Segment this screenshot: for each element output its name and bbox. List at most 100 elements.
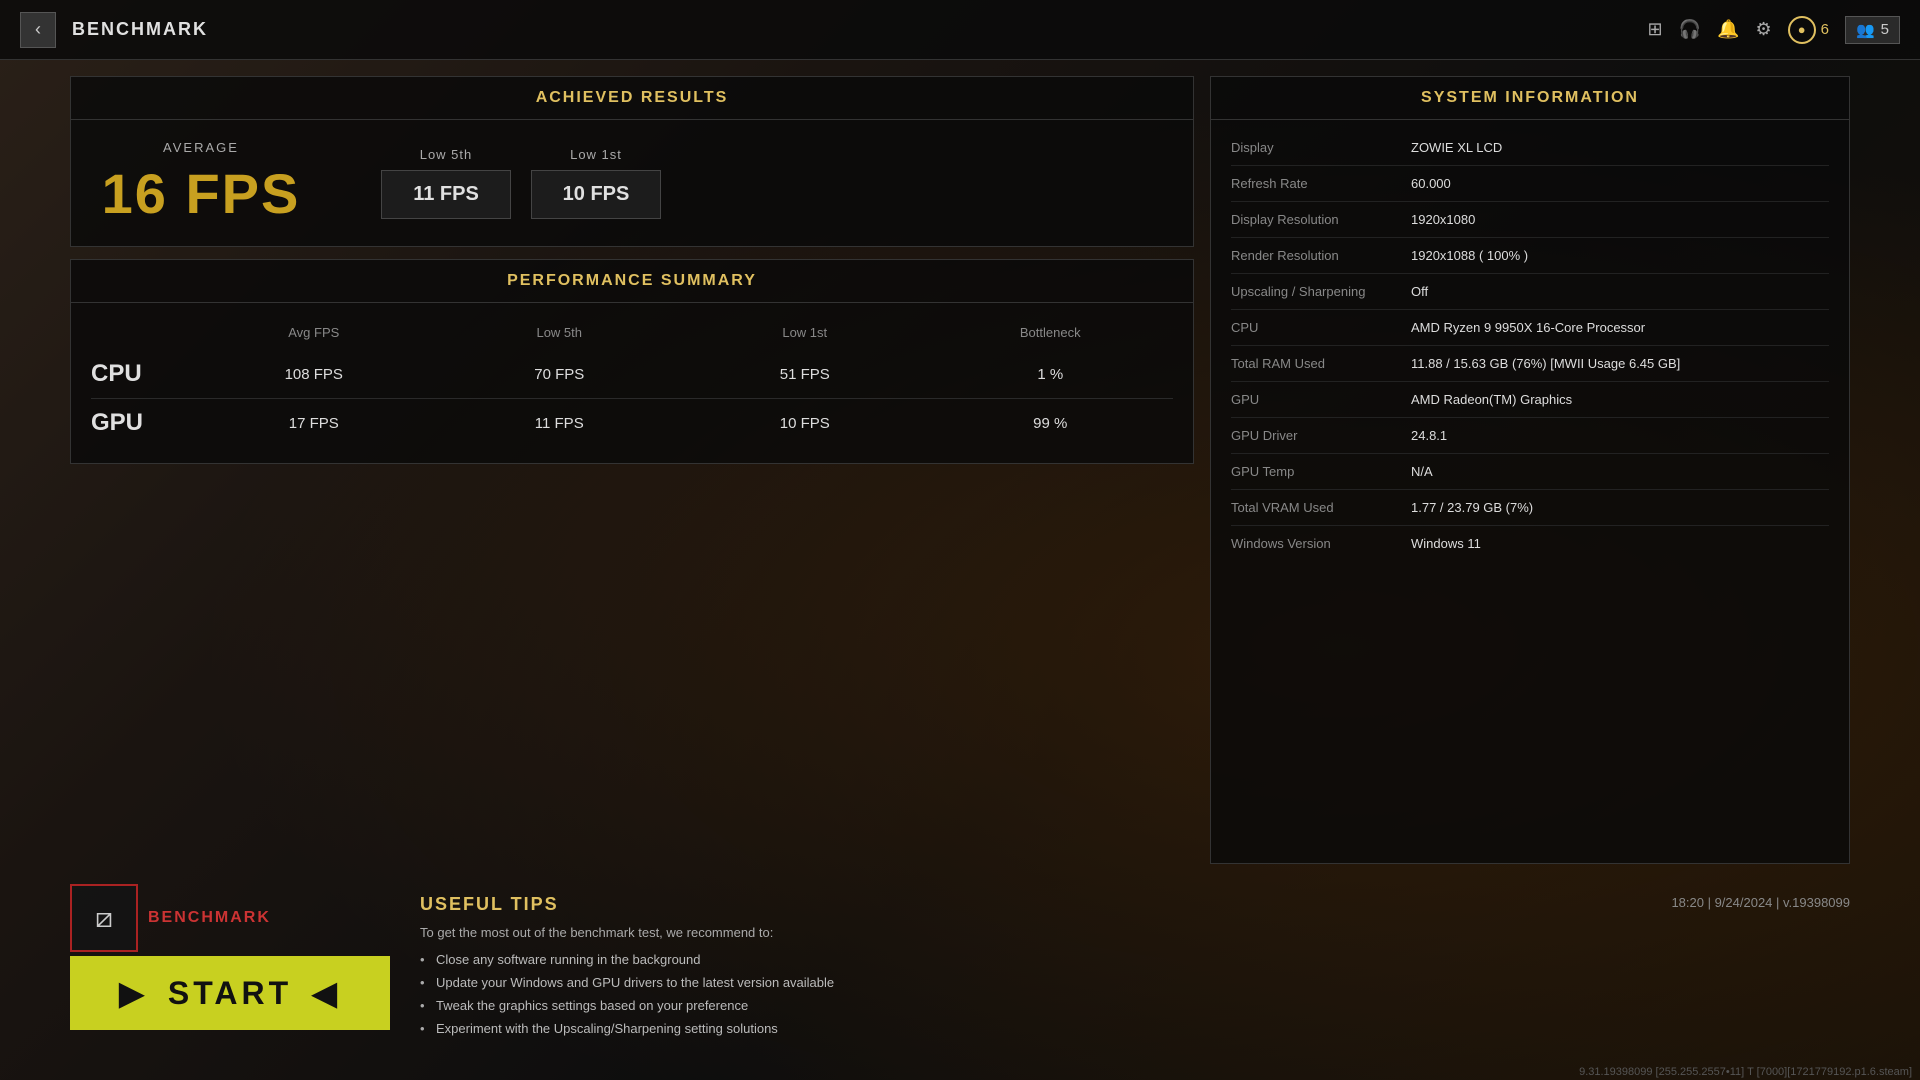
system-info-title: SYSTEM INFORMATION [1211, 77, 1849, 120]
perf-header-row: Avg FPS Low 5th Low 1st Bottleneck [91, 319, 1173, 350]
sysinfo-cpu: CPU AMD Ryzen 9 9950X 16-Core Processor [1231, 310, 1829, 346]
low5-box: Low 5th 11 FPS [381, 147, 511, 219]
sysinfo-cpu-key: CPU [1231, 320, 1411, 335]
sysinfo-ram-key: Total RAM Used [1231, 356, 1411, 371]
cpu-bottleneck: 1 % [928, 366, 1174, 383]
start-button[interactable]: ▶ START ◀ [70, 956, 390, 1030]
players-icon: 👥 [1856, 21, 1875, 39]
gear-icon[interactable]: ⚙ [1755, 19, 1771, 40]
sysinfo-upscaling: Upscaling / Sharpening Off [1231, 274, 1829, 310]
sysinfo-display-res: Display Resolution 1920x1080 [1231, 202, 1829, 238]
sysinfo-display-key: Display [1231, 140, 1411, 155]
debug-info: 9.31.19398099 [255.255.2557•11] T [7000]… [1571, 1064, 1920, 1080]
sysinfo-refresh: Refresh Rate 60.000 [1231, 166, 1829, 202]
benchmark-icon: ⧄ [70, 884, 138, 952]
sysinfo-vram: Total VRAM Used 1.77 / 23.79 GB (7%) [1231, 490, 1829, 526]
sysinfo-table: Display ZOWIE XL LCD Refresh Rate 60.000… [1211, 120, 1849, 571]
coin-icon: ● [1788, 16, 1816, 44]
timestamp-text: 18:20 | 9/24/2024 | v.19398099 [1671, 895, 1850, 910]
start-arrow-right: ◀ [312, 974, 341, 1012]
performance-summary-title: PERFORMANCE SUMMARY [71, 260, 1193, 303]
performance-summary-panel: PERFORMANCE SUMMARY Avg FPS Low 5th Low … [70, 259, 1194, 464]
sysinfo-vram-val: 1.77 / 23.79 GB (7%) [1411, 500, 1829, 515]
sysinfo-vram-key: Total VRAM Used [1231, 500, 1411, 515]
coins-badge[interactable]: ● 6 [1788, 16, 1829, 44]
sysinfo-gpu-temp-val: N/A [1411, 464, 1829, 479]
low5-label: Low 5th [381, 147, 511, 162]
low1-label: Low 1st [531, 147, 661, 162]
cpu-low5: 70 FPS [437, 366, 683, 383]
sysinfo-upscaling-val: Off [1411, 284, 1829, 299]
sysinfo-cpu-val: AMD Ryzen 9 9950X 16-Core Processor [1411, 320, 1829, 335]
average-label: AVERAGE [101, 140, 301, 155]
average-fps: 16 FPS [101, 161, 301, 226]
sysinfo-gpu-driver-val: 24.8.1 [1411, 428, 1829, 443]
achieved-results-title: ACHIEVED RESULTS [71, 77, 1193, 120]
col-header-avg: Avg FPS [191, 325, 437, 340]
gpu-label: GPU [91, 409, 191, 437]
topbar-right: ⊞ 🎧 🔔 ⚙ ● 6 👥 5 [1648, 16, 1900, 44]
start-label: START [168, 975, 292, 1012]
perf-table: Avg FPS Low 5th Low 1st Bottleneck CPU 1… [71, 303, 1193, 463]
bench-icon-row: ⧄ BENCHMARK [70, 884, 390, 952]
headphones-icon[interactable]: 🎧 [1679, 19, 1701, 40]
back-button[interactable]: ‹ [20, 12, 56, 48]
tip-2: Update your Windows and GPU drivers to t… [420, 971, 1850, 994]
sysinfo-gpu-temp: GPU Temp N/A [1231, 454, 1829, 490]
tips-list: Close any software running in the backgr… [420, 948, 1850, 1040]
players-count: 5 [1881, 21, 1889, 38]
gpu-low5: 11 FPS [437, 415, 683, 432]
left-panel: ACHIEVED RESULTS AVERAGE 16 FPS Low 5th … [70, 76, 1194, 864]
players-button[interactable]: 👥 5 [1845, 16, 1900, 44]
bell-icon[interactable]: 🔔 [1717, 19, 1739, 40]
sysinfo-gpu-driver: GPU Driver 24.8.1 [1231, 418, 1829, 454]
page-title: BENCHMARK [72, 19, 1648, 40]
sysinfo-gpu-driver-key: GPU Driver [1231, 428, 1411, 443]
sysinfo-gpu: GPU AMD Radeon(TM) Graphics [1231, 382, 1829, 418]
sysinfo-windows-val: Windows 11 [1411, 536, 1829, 551]
tips-intro: To get the most out of the benchmark tes… [420, 925, 1850, 940]
cpu-label: CPU [91, 360, 191, 388]
sysinfo-windows-key: Windows Version [1231, 536, 1411, 551]
tip-3: Tweak the graphics settings based on you… [420, 994, 1850, 1017]
sysinfo-gpu-temp-key: GPU Temp [1231, 464, 1411, 479]
sysinfo-refresh-val: 60.000 [1411, 176, 1829, 191]
sysinfo-display: Display ZOWIE XL LCD [1231, 130, 1829, 166]
coin-count: 6 [1821, 21, 1829, 38]
main-area: ACHIEVED RESULTS AVERAGE 16 FPS Low 5th … [0, 60, 1920, 880]
fps-boxes: Low 5th 11 FPS Low 1st 10 FPS [381, 147, 661, 219]
timestamp: 18:20 | 9/24/2024 | v.19398099 [1671, 894, 1850, 912]
perf-row-gpu: GPU 17 FPS 11 FPS 10 FPS 99 % [91, 399, 1173, 447]
low1-box: Low 1st 10 FPS [531, 147, 661, 219]
bottom-area: ⧄ BENCHMARK ▶ START ◀ USEFUL TIPS To get… [0, 884, 1920, 1050]
tip-4: Experiment with the Upscaling/Sharpening… [420, 1017, 1850, 1040]
benchmark-label: BENCHMARK [148, 909, 271, 927]
start-arrow-left: ▶ [119, 974, 148, 1012]
col-header-low1: Low 1st [682, 325, 928, 340]
perf-row-cpu: CPU 108 FPS 70 FPS 51 FPS 1 % [91, 350, 1173, 399]
sysinfo-gpu-key: GPU [1231, 392, 1411, 407]
low5-value: 11 FPS [381, 170, 511, 219]
benchmark-start-block: ⧄ BENCHMARK ▶ START ◀ [70, 884, 390, 1030]
sysinfo-render-res-val: 1920x1088 ( 100% ) [1411, 248, 1829, 263]
sysinfo-ram: Total RAM Used 11.88 / 15.63 GB (76%) [M… [1231, 346, 1829, 382]
gpu-low1: 10 FPS [682, 415, 928, 432]
sysinfo-display-val: ZOWIE XL LCD [1411, 140, 1829, 155]
results-content: AVERAGE 16 FPS Low 5th 11 FPS Low 1st 10… [71, 120, 1193, 246]
sysinfo-gpu-val: AMD Radeon(TM) Graphics [1411, 392, 1829, 407]
cpu-avg: 108 FPS [191, 366, 437, 383]
average-block: AVERAGE 16 FPS [101, 140, 301, 226]
sysinfo-render-res: Render Resolution 1920x1088 ( 100% ) [1231, 238, 1829, 274]
benchmark-icon-symbol: ⧄ [95, 902, 113, 935]
sysinfo-windows: Windows Version Windows 11 [1231, 526, 1829, 561]
sysinfo-display-res-key: Display Resolution [1231, 212, 1411, 227]
start-btn-content: ▶ START ◀ [130, 974, 330, 1012]
cpu-low1: 51 FPS [682, 366, 928, 383]
tips-block: USEFUL TIPS To get the most out of the b… [420, 884, 1850, 1050]
sysinfo-ram-val: 11.88 / 15.63 GB (76%) [MWII Usage 6.45 … [1411, 356, 1829, 371]
col-header-bottleneck: Bottleneck [928, 325, 1174, 340]
tip-1: Close any software running in the backgr… [420, 948, 1850, 971]
sysinfo-display-res-val: 1920x1080 [1411, 212, 1829, 227]
grid-icon[interactable]: ⊞ [1648, 19, 1663, 40]
topbar: ‹ BENCHMARK ⊞ 🎧 🔔 ⚙ ● 6 👥 5 [0, 0, 1920, 60]
